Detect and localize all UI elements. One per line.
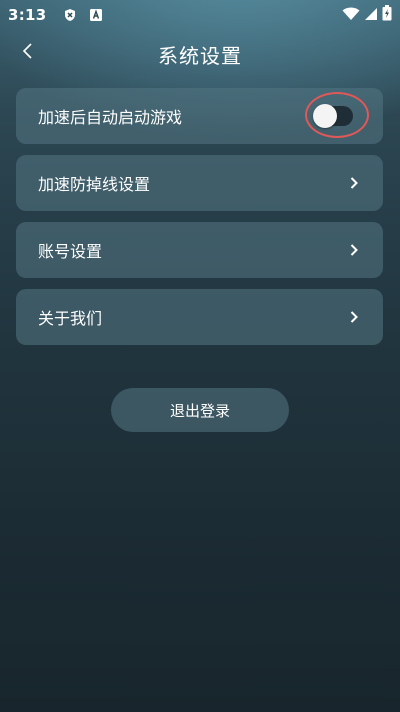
setting-label: 关于我们 xyxy=(38,309,103,328)
setting-account[interactable]: 账号设置 xyxy=(16,222,383,278)
wifi-icon xyxy=(342,6,360,25)
chevron-right-icon xyxy=(347,176,361,190)
status-bar: 3:13 xyxy=(0,0,400,30)
logout-button[interactable]: 退出登录 xyxy=(111,388,289,432)
setting-about-us[interactable]: 关于我们 xyxy=(16,289,383,345)
status-right-icons xyxy=(342,5,392,25)
battery-charging-icon xyxy=(382,5,392,25)
setting-auto-start-game: 加速后自动启动游戏 xyxy=(16,88,383,144)
page-title: 系统设置 xyxy=(158,44,242,68)
setting-label: 账号设置 xyxy=(38,242,103,261)
chevron-right-icon xyxy=(347,310,361,324)
header: 系统设置 xyxy=(0,30,400,76)
toggle-knob xyxy=(313,104,337,128)
shield-x-icon xyxy=(63,8,77,22)
signal-icon xyxy=(364,6,378,25)
setting-anti-disconnect[interactable]: 加速防掉线设置 xyxy=(16,155,383,211)
setting-label: 加速防掉线设置 xyxy=(38,175,151,194)
chevron-right-icon xyxy=(347,243,361,257)
setting-label: 加速后自动启动游戏 xyxy=(38,108,183,127)
status-time: 3:13 xyxy=(8,6,47,24)
auto-start-toggle[interactable] xyxy=(313,104,353,128)
keyboard-a-icon xyxy=(89,8,103,22)
